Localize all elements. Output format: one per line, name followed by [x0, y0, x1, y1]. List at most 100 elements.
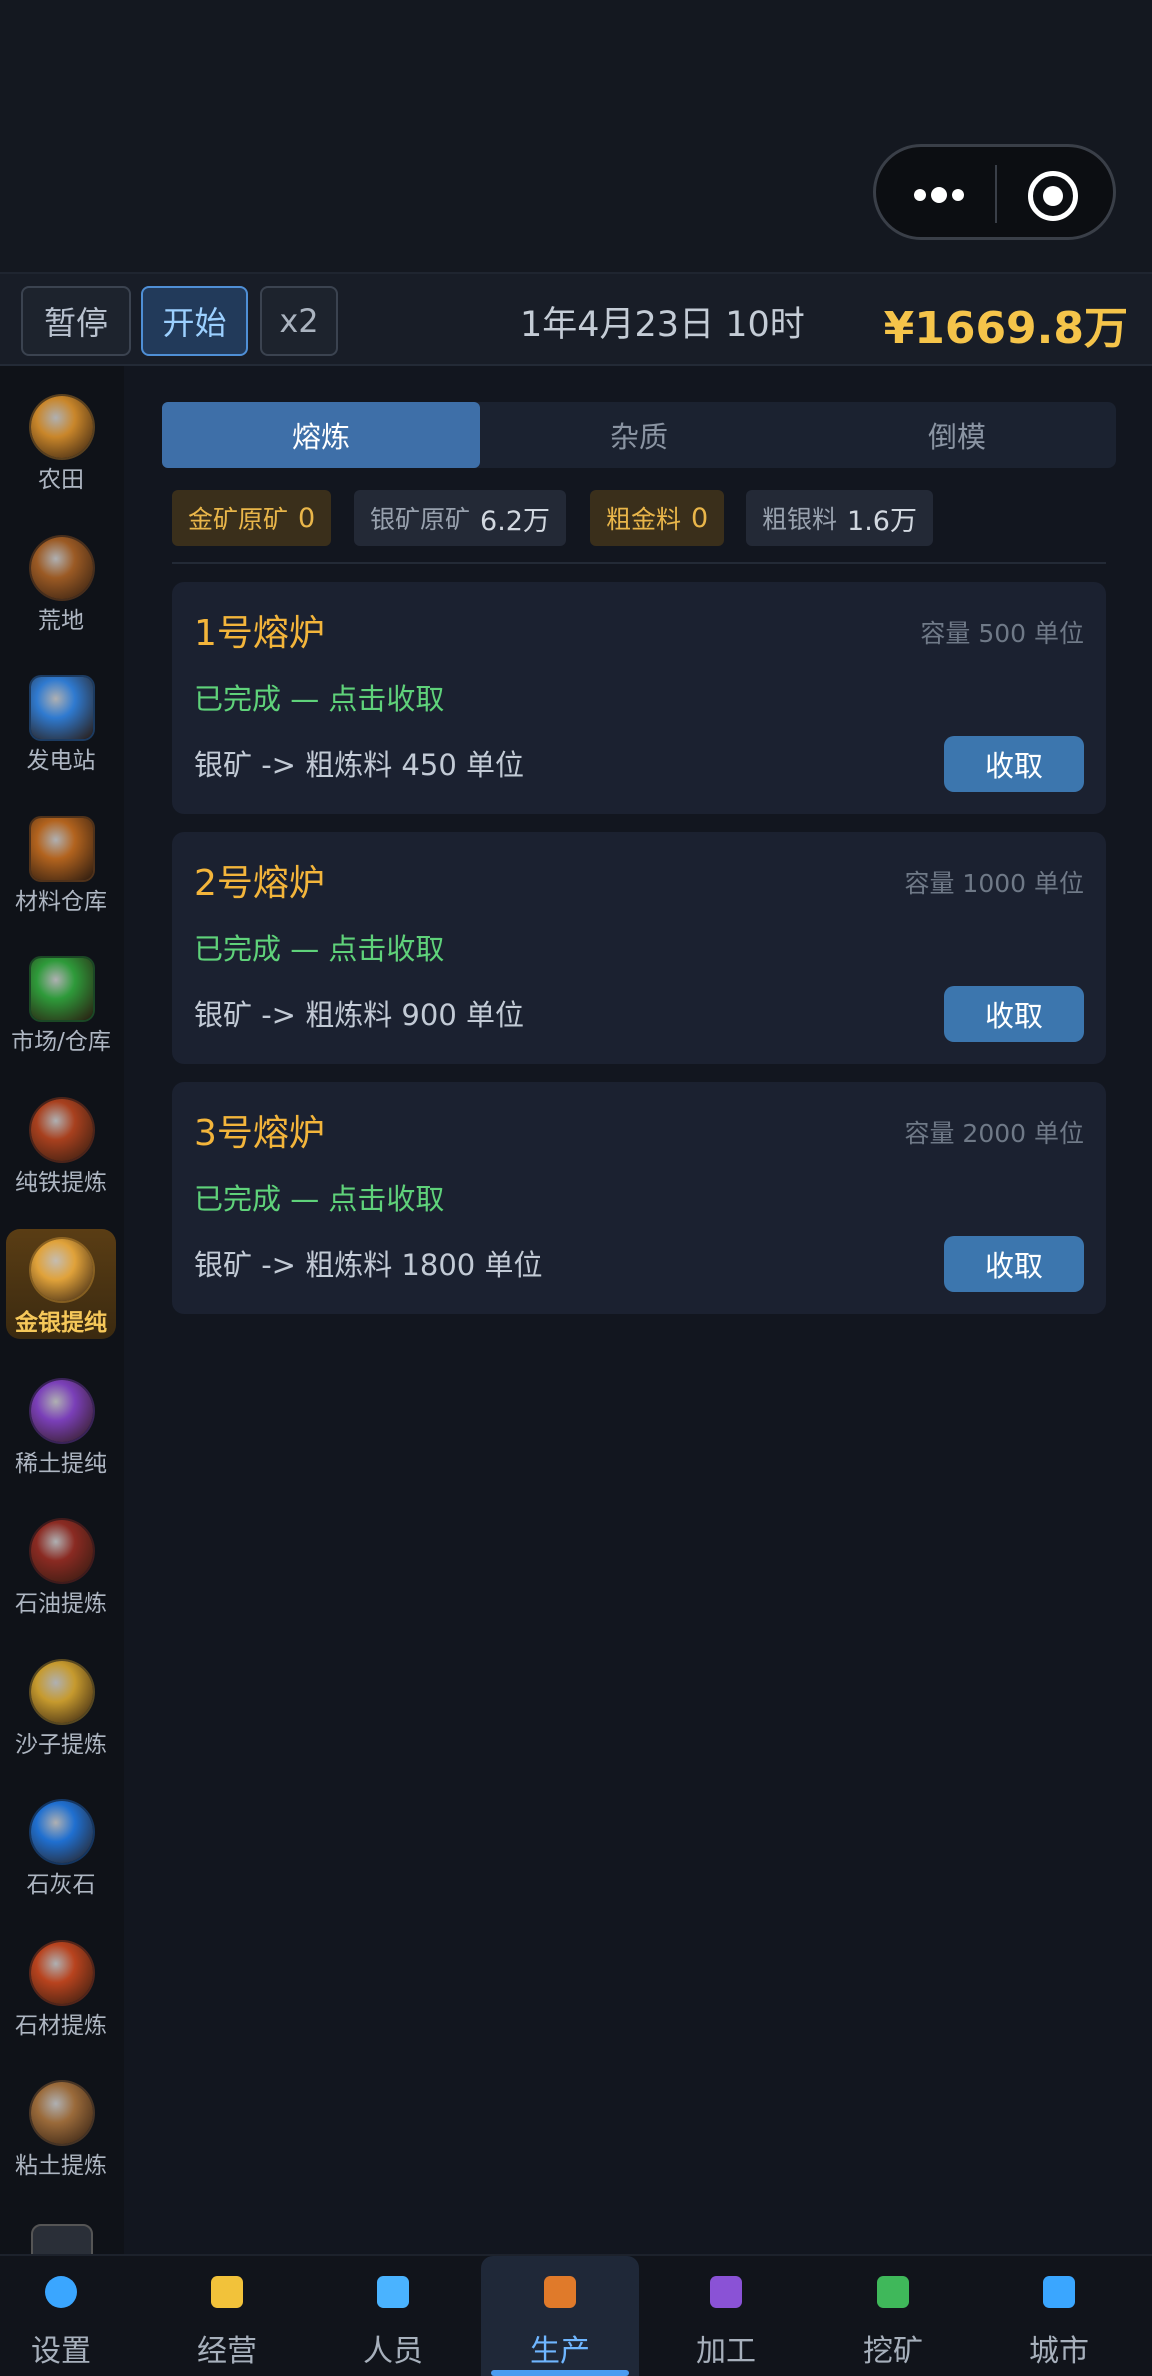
furnace-capacity: 容量 1000 单位 [904, 869, 1084, 898]
capsule-divider [995, 165, 997, 223]
start-button[interactable]: 开始 [141, 286, 248, 356]
miniprogram-capsule [873, 144, 1116, 240]
sidebar-item-label: 金银提纯 [15, 1310, 107, 1336]
resource-label: 粗银料 [762, 505, 838, 534]
resource-label: 金矿原矿 [188, 505, 289, 534]
gold-silver-refining-icon [31, 1239, 93, 1301]
pause-button[interactable]: 暂停 [21, 286, 131, 356]
sidebar-item[interactable]: 材料仓库 [6, 808, 116, 918]
sidebar-item[interactable]: 农田 [6, 386, 116, 496]
sidebar-item[interactable]: 粘土提炼 [6, 2072, 116, 2182]
mining-icon [877, 2276, 909, 2308]
sidebar-item[interactable]: 市场/仓库 [6, 948, 116, 1058]
sidebar-item[interactable]: 沙子提炼 [6, 1651, 116, 1761]
oil-refining-icon [31, 1520, 93, 1582]
gear-icon [45, 2276, 77, 2308]
furnace-title: 3号熔炉 [194, 1113, 325, 1154]
furnace-card-2: 2号熔炉 容量 1000 单位 已完成 — 点击收取 银矿 -> 粗炼料 900… [172, 832, 1106, 1064]
resource-value: 0 [298, 502, 316, 534]
sidebar-item-label: 石灰石 [26, 1872, 96, 1898]
furnace-status[interactable]: 已完成 — 点击收取 [194, 1176, 444, 1218]
furnace-capacity: 容量 500 单位 [920, 619, 1084, 648]
resource-chip: 粗金料 0 [590, 490, 725, 546]
limestone-icon [31, 1801, 93, 1863]
sidebar-item[interactable]: 纯铁提炼 [6, 1089, 116, 1199]
processing-icon [710, 2276, 742, 2308]
people-icon [377, 2276, 409, 2308]
stone-refining-icon [31, 1941, 93, 2004]
close-target-icon[interactable] [1028, 171, 1078, 221]
money-display: ¥1669.8万 [883, 303, 1128, 354]
sidebar-item[interactable]: 稀土提纯 [6, 1370, 116, 1480]
sidebar-item-label: 沙子提炼 [15, 1731, 107, 1758]
resource-label: 银矿原矿 [370, 505, 471, 534]
sidebar-item[interactable]: 石油提炼 [6, 1510, 116, 1620]
nav-item[interactable]: 设置 [0, 2256, 140, 2376]
furnace-recipe: 银矿 -> 粗炼料 450 单位 [194, 748, 524, 782]
sidebar-item[interactable]: 石材提炼 [6, 1932, 116, 2042]
tab-impurity[interactable]: 杂质 [480, 402, 798, 468]
furnace-status[interactable]: 已完成 — 点击收取 [194, 676, 444, 718]
collect-button[interactable]: 收取 [944, 1236, 1084, 1292]
sidebar-item-label: 市场/仓库 [11, 1029, 111, 1055]
wasteland-icon [31, 536, 93, 599]
sidebar-item[interactable]: 荒地 [6, 527, 116, 637]
sidebar-item-label: 石材提炼 [15, 2012, 107, 2039]
furnace-card-1: 1号熔炉 容量 500 单位 已完成 — 点击收取 银矿 -> 粗炼料 450 … [172, 582, 1106, 814]
resource-label: 粗金料 [606, 505, 682, 534]
resource-chip: 粗银料 1.6万 [746, 490, 933, 546]
nav-item-label: 城市 [1029, 2334, 1089, 2369]
collect-button[interactable]: 收取 [944, 986, 1084, 1042]
factory-icon [544, 2276, 576, 2308]
coins-icon [211, 2276, 243, 2308]
nav-item-label: 生产 [530, 2334, 590, 2369]
nav-item[interactable]: 人员 [314, 2256, 472, 2376]
nav-item-label: 经营 [197, 2334, 257, 2369]
furnace-status[interactable]: 已完成 — 点击收取 [194, 926, 444, 968]
resource-value: 1.6万 [847, 505, 917, 537]
city-icon [1043, 2276, 1075, 2308]
nav-item[interactable]: 挖矿 [814, 2256, 972, 2376]
tab-smelting[interactable]: 熔炼 [162, 402, 480, 468]
collect-button[interactable]: 收取 [944, 736, 1084, 792]
furnace-title: 2号熔炉 [194, 863, 325, 904]
nav-item-label: 挖矿 [863, 2334, 923, 2369]
building-sidebar: 农田荒地发电站材料仓库市场/仓库纯铁提炼金银提纯稀土提纯石油提炼沙子提炼石灰石石… [0, 366, 124, 2254]
sidebar-item-label: 农田 [38, 467, 84, 493]
resource-value: 6.2万 [480, 505, 550, 537]
nav-item[interactable]: 城市 [980, 2256, 1138, 2376]
sidebar-item[interactable]: 发电站 [6, 667, 116, 777]
sidebar-item[interactable]: 石灰石 [6, 1791, 116, 1901]
resource-chip: 银矿原矿 6.2万 [354, 490, 566, 546]
more-icon[interactable] [906, 177, 976, 213]
sidebar-more-icon [31, 2224, 93, 2254]
market-icon [31, 958, 93, 1020]
sidebar-item[interactable]: 金银提纯 [6, 1229, 116, 1339]
sidebar-item-label: 材料仓库 [15, 888, 107, 915]
sidebar-item-label: 粘土提炼 [15, 2153, 107, 2179]
clay-refining-icon [31, 2082, 93, 2144]
sidebar-item-label: 发电站 [26, 748, 96, 774]
sidebar-item-label: 稀土提纯 [15, 1450, 107, 1477]
bottom-nav: 设置 经营 人员 生产 加工 挖矿 城市 [0, 2254, 1152, 2376]
speed-button[interactable]: x2 [260, 286, 338, 356]
furnace-recipe: 银矿 -> 粗炼料 1800 单位 [194, 1248, 543, 1282]
furnace-recipe: 银矿 -> 粗炼料 900 单位 [194, 998, 524, 1032]
status-area [0, 0, 1152, 272]
farm-icon [31, 396, 93, 458]
nav-item[interactable]: 加工 [647, 2256, 805, 2376]
nav-item-label: 加工 [696, 2334, 756, 2369]
nav-item[interactable]: 生产 [481, 2256, 639, 2376]
iron-refining-icon [31, 1098, 93, 1161]
sand-refining-icon [31, 1660, 93, 1723]
nav-item[interactable]: 经营 [148, 2256, 306, 2376]
sidebar-item-label: 石油提炼 [15, 1591, 107, 1617]
divider [172, 562, 1106, 564]
sidebar-item-label: 纯铁提炼 [15, 1169, 107, 1196]
tab-casting[interactable]: 倒模 [798, 402, 1116, 468]
furnace-title: 1号熔炉 [194, 613, 325, 654]
power-station-icon [31, 677, 93, 739]
nav-item-label: 人员 [363, 2334, 423, 2369]
game-toolbar: 暂停 开始 x2 1年4月23日 10时 ¥1669.8万 [0, 272, 1152, 366]
refine-tabs: 熔炼 杂质 倒模 [162, 402, 1116, 468]
